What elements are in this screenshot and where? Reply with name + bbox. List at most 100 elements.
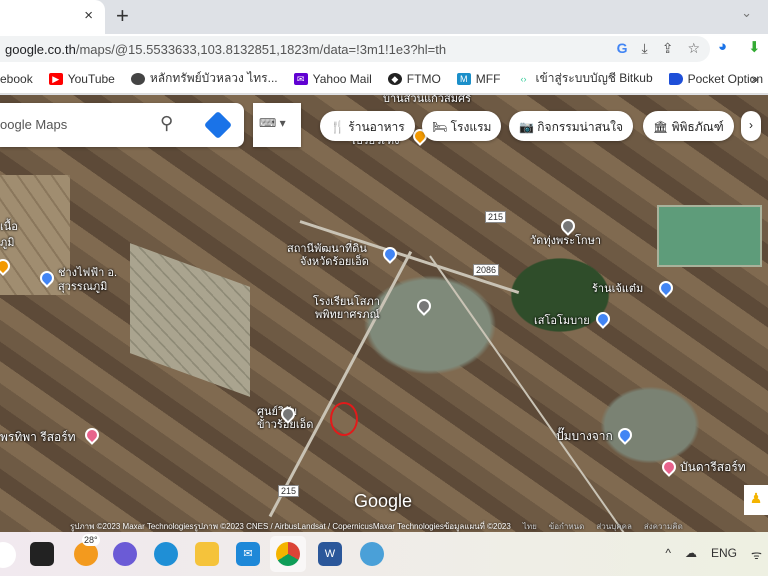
gas-station-pin-icon[interactable]: [615, 425, 635, 445]
bookmarks-bar: ebook ▶ YouTube หลักทรัพย์บัวหลวง ไทร... …: [0, 64, 768, 94]
mff-icon: M: [456, 72, 471, 85]
close-tab-icon[interactable]: ×: [84, 7, 93, 24]
pocket-option-icon: [668, 72, 683, 85]
fork-knife-icon: 🍴: [330, 120, 349, 134]
school-pin-icon[interactable]: [414, 296, 434, 316]
bookmark-yahoo-mail[interactable]: ✉ Yahoo Mail: [293, 72, 372, 86]
file-explorer-icon[interactable]: [195, 542, 219, 566]
share-icon[interactable]: ⇪: [662, 40, 674, 57]
bookmark-mff[interactable]: M MFF: [456, 72, 500, 86]
teams-chat-icon[interactable]: [113, 542, 137, 566]
tab-search-icon[interactable]: ⌄: [741, 5, 752, 21]
url-host: google.co.th: [5, 42, 76, 57]
wifi-icon[interactable]: ᯤ: [751, 546, 762, 563]
weather-widget-icon[interactable]: 28°: [74, 534, 100, 566]
place-school-2[interactable]: พพิทยาศรภณ์: [315, 309, 380, 322]
ftmo-icon: ◆: [387, 72, 402, 85]
chips-next-button[interactable]: ›: [741, 111, 761, 141]
chip-hotels[interactable]: 🛏 โรงแรม: [422, 111, 502, 141]
bookmark-facebook[interactable]: ebook: [0, 72, 33, 86]
task-view-icon[interactable]: [30, 542, 54, 566]
install-icon[interactable]: ⤓: [642, 40, 648, 57]
bookmarks-overflow-button[interactable]: »: [751, 72, 758, 86]
search-icon[interactable]: ⚲: [160, 113, 173, 134]
search-box[interactable]: oogle Maps ⚲: [0, 103, 244, 147]
resort-pin-icon[interactable]: [82, 425, 102, 445]
place-wat[interactable]: วัดทุ่งพระโกษา: [530, 235, 601, 248]
footer-terms-link[interactable]: ข้อกำหนด: [549, 520, 585, 532]
road-shield: 2086: [473, 264, 500, 276]
footer-feedback-link[interactable]: ส่งความคิด: [644, 520, 683, 532]
place-electrician[interactable]: ช่างไฟฟ้า อ.: [58, 267, 117, 280]
place-pump[interactable]: ปั๊มบางจาก: [556, 430, 613, 443]
url-path: /maps/@15.5533633,103.8132851,1823m/data…: [75, 42, 447, 57]
edge-icon[interactable]: [154, 542, 178, 566]
chrome-icon: [276, 542, 300, 566]
globe-icon: [130, 72, 145, 85]
place-shop[interactable]: ร้านเจ้แต๋ม: [592, 283, 643, 296]
bookmark-star-icon[interactable]: ☆: [687, 40, 700, 57]
footer-language-link[interactable]: ไทย: [523, 520, 537, 532]
chip-restaurants[interactable]: 🍴 ร้านอาหาร: [320, 111, 415, 141]
resort-pin-icon[interactable]: [659, 457, 679, 477]
onedrive-icon[interactable]: ☁: [685, 546, 697, 563]
bookmark-bitkub[interactable]: ‹› เข้าสู่ระบบบัญชี Bitkub: [516, 69, 652, 88]
road-shield: 215: [485, 211, 507, 223]
toolbar: google.co.th/maps/@15.5533633,103.813285…: [0, 34, 768, 64]
tab-bar: × + ⌄: [0, 0, 768, 34]
place-station[interactable]: สถานีพัฒนาที่ดิน: [287, 243, 367, 256]
road-215: [268, 250, 413, 518]
paint-icon[interactable]: [360, 542, 384, 566]
camera-icon: 📷: [519, 120, 538, 134]
chrome-taskbar-button[interactable]: [270, 536, 306, 572]
museum-icon: 🏛: [653, 120, 672, 134]
place-label[interactable]: เนื้อ: [0, 221, 18, 234]
directions-icon[interactable]: [203, 110, 233, 140]
taskbar: 28° ✉ W ^ ☁ ENG ᯤ: [0, 532, 768, 576]
place-mobile[interactable]: เสโอโมบาย: [534, 315, 590, 328]
extension-globe-icon[interactable]: ◕: [718, 38, 727, 55]
google-lens-icon[interactable]: G: [617, 40, 628, 57]
temple-pin-icon[interactable]: [558, 216, 578, 236]
satellite-map[interactable]: บ้านสวนแก้วสมศรี เบรยวเฑิ่ง 215 วัดทุ่งพ…: [0, 95, 768, 532]
language-indicator[interactable]: ENG: [711, 546, 737, 563]
start-search-icon[interactable]: [0, 542, 16, 568]
red-circle-annotation: [330, 402, 358, 436]
road-shield: 215: [278, 485, 300, 497]
bookmark-pocket-option[interactable]: Pocket Option: [668, 72, 763, 86]
yahoo-mail-icon: ✉: [293, 72, 308, 85]
input-tools-button[interactable]: ⌨ ▾: [253, 103, 301, 147]
new-tab-button[interactable]: +: [116, 3, 129, 29]
place-electrician-2[interactable]: สุวรรณภูมิ: [58, 281, 107, 294]
place-resort-2[interactable]: บันดารีสอร์ท: [680, 461, 746, 474]
shop-pin-icon[interactable]: [656, 278, 676, 298]
weather-temperature: 28°: [82, 534, 100, 546]
chip-attractions[interactable]: 📷 กิจกรรมน่าสนใจ: [509, 111, 634, 141]
pond: [657, 205, 762, 267]
mobile-pin-icon[interactable]: [593, 309, 613, 329]
address-bar[interactable]: google.co.th/maps/@15.5533633,103.813285…: [0, 36, 710, 62]
place-resort[interactable]: พรทิพา รีสอร์ท: [0, 431, 76, 444]
place-label[interactable]: ภูมิ: [0, 237, 15, 250]
youtube-icon: ▶: [48, 72, 63, 85]
place-school[interactable]: โรงเรียนโสภา: [313, 296, 380, 309]
search-input[interactable]: oogle Maps: [0, 117, 67, 132]
footer-privacy-link[interactable]: ส่วนบุคคล: [596, 520, 632, 532]
chip-museums[interactable]: 🏛 พิพิธภัณฑ์: [643, 111, 734, 141]
word-icon[interactable]: W: [318, 542, 342, 566]
keyboard-icon: ⌨ ▾: [259, 116, 286, 130]
bookmark-bualuang[interactable]: หลักทรัพย์บัวหลวง ไทร...: [130, 69, 278, 88]
tray-overflow-button[interactable]: ^: [665, 546, 671, 563]
bed-icon: 🛏: [432, 120, 451, 134]
map-attribution: รูปภาพ ©2023 Maxar Technologiesรูปภาพ ©2…: [70, 520, 683, 532]
place-label[interactable]: บ้านสวนแก้วสมศรี: [383, 95, 471, 106]
place-station-2[interactable]: จังหวัดร้อยเอ็ด: [300, 256, 369, 269]
pegman-icon[interactable]: ♟: [744, 485, 768, 515]
mail-icon[interactable]: ✉: [236, 542, 260, 566]
active-tab[interactable]: ×: [0, 0, 105, 34]
extension-download-icon[interactable]: ⬇: [748, 38, 761, 56]
google-logo: Google: [354, 491, 413, 511]
bookmark-ftmo[interactable]: ◆ FTMO: [387, 72, 441, 86]
bookmark-youtube[interactable]: ▶ YouTube: [48, 72, 115, 86]
bitkub-icon: ‹›: [520, 73, 527, 84]
